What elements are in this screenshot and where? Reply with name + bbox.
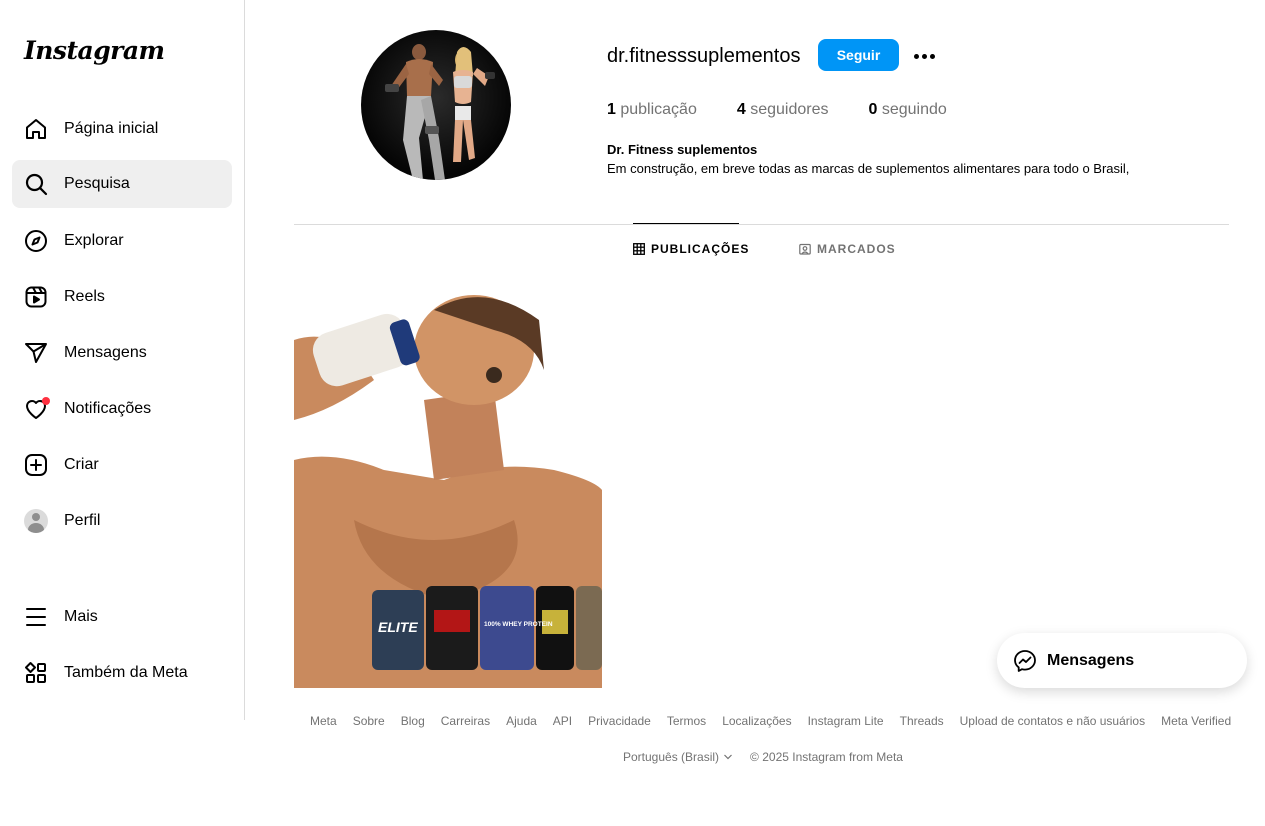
messages-float-button[interactable]: Mensagens — [997, 633, 1247, 688]
posts-count: 1 publicação — [607, 101, 697, 118]
footer-link-contact-upload[interactable]: Upload de contatos e não usuários — [960, 714, 1145, 728]
more-options-icon[interactable] — [910, 42, 938, 70]
sidebar-item-label: Mensagens — [64, 344, 147, 361]
avatar-wrapper — [24, 509, 48, 533]
profile-picture[interactable] — [361, 30, 511, 180]
footer-link-instagram-lite[interactable]: Instagram Lite — [808, 714, 884, 728]
messenger-icon — [1014, 649, 1036, 672]
following-link[interactable]: 0 seguindo — [868, 101, 946, 119]
footer-link-locations[interactable]: Localizações — [722, 714, 791, 728]
plus-square-icon — [24, 453, 48, 477]
footer-links: Meta Sobre Blog Carreiras Ajuda API Priv… — [310, 714, 1247, 728]
product-label-whey: 100% WHEY PROTEIN — [484, 621, 553, 628]
tab-posts[interactable]: PUBLICAÇÕES — [633, 242, 749, 256]
footer-link-meta[interactable]: Meta — [310, 714, 337, 728]
menu-icon — [24, 605, 48, 629]
sidebar-item-label: Perfil — [64, 512, 101, 529]
footer-link-careers[interactable]: Carreiras — [441, 714, 490, 728]
send-icon — [24, 341, 48, 365]
post-thumbnail[interactable]: ELITE 100% WHEY PROTEIN — [294, 280, 602, 688]
tagged-icon — [799, 243, 811, 255]
grid-icon — [633, 243, 645, 255]
footer-link-privacy[interactable]: Privacidade — [588, 714, 651, 728]
reels-icon — [24, 285, 48, 309]
heart-icon — [24, 397, 50, 421]
product-label-elite: ELITE — [378, 619, 418, 635]
search-icon — [24, 172, 48, 196]
tab-tagged[interactable]: MARCADOS — [799, 242, 896, 256]
sidebar-item-label: Página inicial — [64, 120, 159, 137]
language-selector[interactable]: Português (Brasil) — [623, 750, 733, 764]
profile-full-name: Dr. Fitness suplementos — [607, 142, 758, 157]
footer-link-terms[interactable]: Termos — [667, 714, 706, 728]
sidebar-item-label: Mais — [64, 608, 98, 625]
sidebar-item-profile[interactable]: Perfil — [12, 497, 232, 545]
sidebar-item-reels[interactable]: Reels — [12, 273, 232, 321]
instagram-logo[interactable]: Instagram — [24, 36, 165, 65]
footer-link-meta-verified[interactable]: Meta Verified — [1161, 714, 1231, 728]
sidebar-item-search[interactable]: Pesquisa — [12, 160, 232, 208]
profile-bio: Em construção, em breve todas as marcas … — [607, 161, 1130, 176]
chevron-down-icon — [724, 754, 732, 760]
sidebar-item-label: Explorar — [64, 232, 124, 249]
sidebar-item-also-from-meta[interactable]: Também da Meta — [12, 649, 232, 697]
sidebar-item-label: Notificações — [64, 400, 152, 417]
avatar — [24, 509, 48, 533]
sidebar-item-label: Pesquisa — [64, 175, 130, 192]
messages-float-label: Mensagens — [1047, 651, 1135, 669]
sidebar: Instagram Página inicial Pesquisa Explor… — [0, 0, 245, 720]
footer-bottom: Português (Brasil) © 2025 Instagram from… — [623, 750, 903, 764]
sidebar-item-messages[interactable]: Mensagens — [12, 329, 232, 377]
sidebar-item-create[interactable]: Criar — [12, 441, 232, 489]
sidebar-item-notifications[interactable]: Notificações — [12, 385, 232, 433]
language-label: Português (Brasil) — [623, 750, 720, 764]
sidebar-item-explore[interactable]: Explorar — [12, 217, 232, 265]
notification-badge — [42, 397, 50, 405]
meta-apps-icon — [24, 661, 48, 685]
sidebar-item-more[interactable]: Mais — [12, 593, 232, 641]
profile-username: dr.fitnesssuplementos — [607, 45, 801, 67]
tab-posts-label: PUBLICAÇÕES — [651, 242, 750, 256]
footer-link-api[interactable]: API — [553, 714, 572, 728]
active-tab-indicator — [633, 223, 739, 224]
footer-link-help[interactable]: Ajuda — [506, 714, 537, 728]
follow-button[interactable]: Seguir — [818, 39, 899, 71]
sidebar-item-label: Criar — [64, 456, 99, 473]
copyright: © 2025 Instagram from Meta — [750, 750, 903, 764]
sidebar-item-label: Também da Meta — [64, 664, 188, 681]
compass-icon — [24, 229, 48, 253]
tab-tagged-label: MARCADOS — [817, 242, 896, 256]
footer-link-about[interactable]: Sobre — [353, 714, 385, 728]
tabs-divider — [294, 224, 1229, 225]
sidebar-item-home[interactable]: Página inicial — [12, 105, 232, 153]
footer-link-blog[interactable]: Blog — [401, 714, 425, 728]
footer-link-threads[interactable]: Threads — [900, 714, 944, 728]
profile-stats: 1 publicação 4 seguidores 0 seguindo — [607, 101, 987, 119]
followers-link[interactable]: 4 seguidores — [737, 101, 829, 119]
home-icon — [24, 117, 48, 141]
sidebar-item-label: Reels — [64, 288, 105, 305]
